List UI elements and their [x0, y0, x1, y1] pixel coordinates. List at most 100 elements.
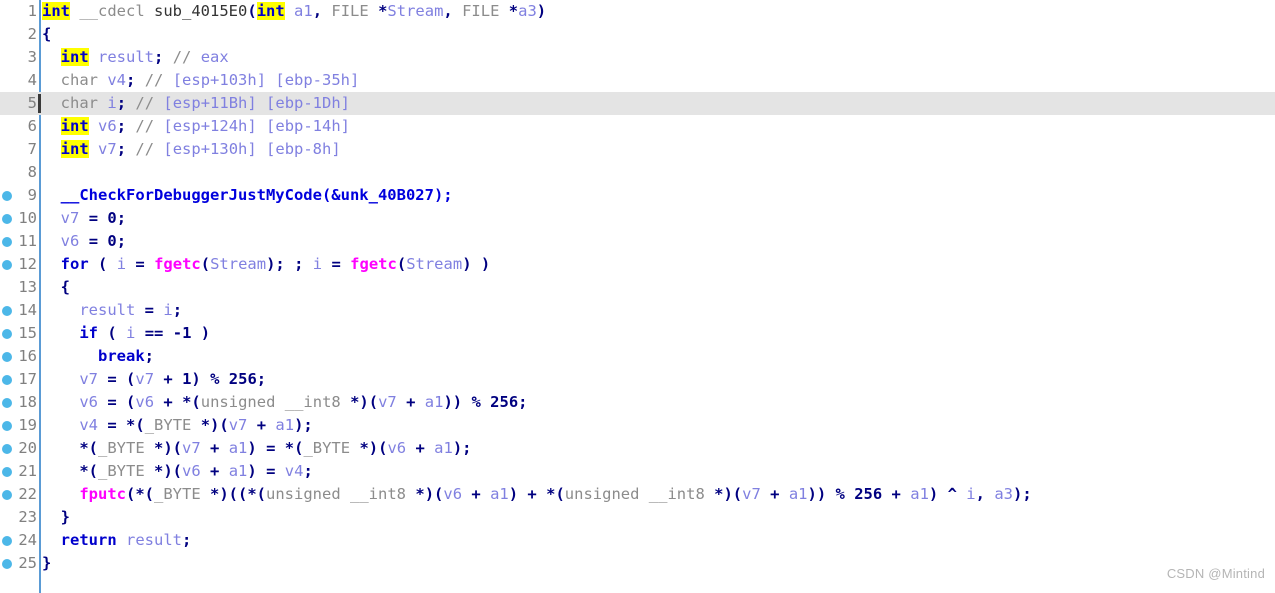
code-text[interactable]: *(_BYTE *)(v6 + a1) = v4; — [42, 460, 312, 483]
address-marker-icon[interactable] — [2, 444, 12, 454]
code-line[interactable]: 12 for ( i = fgetc(Stream); ; i = fgetc(… — [0, 253, 1275, 276]
code-text[interactable]: for ( i = fgetc(Stream); ; i = fgetc(Str… — [42, 253, 491, 276]
code-text[interactable]: result = i; — [42, 299, 182, 322]
line-gutter[interactable]: 20 — [0, 437, 38, 460]
code-line[interactable]: 13 { — [0, 276, 1275, 299]
address-marker-icon[interactable] — [2, 352, 12, 362]
line-gutter[interactable]: 12 — [0, 253, 38, 276]
code-line[interactable]: 1 int __cdecl sub_4015E0(int a1, FILE *St… — [0, 0, 1275, 23]
code-line[interactable]: 24 return result; — [0, 529, 1275, 552]
pseudocode-editor[interactable]: 1 int __cdecl sub_4015E0(int a1, FILE *St… — [0, 0, 1275, 593]
code-line[interactable]: 4 char v4; // [esp+103h] [ebp-35h] — [0, 69, 1275, 92]
code-lines[interactable]: 1 int __cdecl sub_4015E0(int a1, FILE *St… — [0, 0, 1275, 575]
code-text[interactable]: int v7; // [esp+130h] [ebp-8h] — [42, 138, 341, 161]
code-text[interactable]: fputc(*(_BYTE *)((*(unsigned __int8 *)(v… — [42, 483, 1031, 506]
code-text[interactable]: int result; // eax — [42, 46, 229, 69]
address-marker-icon[interactable] — [2, 260, 12, 270]
code-text[interactable]: char v4; // [esp+103h] [ebp-35h] — [42, 69, 360, 92]
line-gutter[interactable]: 7 — [0, 138, 38, 161]
address-marker-icon[interactable] — [2, 467, 12, 477]
token-punct: *)( — [714, 485, 743, 503]
address-marker-icon[interactable] — [2, 237, 12, 247]
code-line[interactable]: 23 } — [0, 506, 1275, 529]
code-text[interactable]: } — [42, 506, 70, 529]
code-line[interactable]: 2{ — [0, 23, 1275, 46]
line-gutter[interactable]: 17 — [0, 368, 38, 391]
code-text[interactable]: int v6; // [esp+124h] [ebp-14h] — [42, 115, 350, 138]
address-marker-icon[interactable] — [2, 398, 12, 408]
code-text[interactable]: v7 = 0; — [42, 207, 126, 230]
line-gutter[interactable]: 15 — [0, 322, 38, 345]
line-gutter[interactable]: 2 — [0, 23, 38, 46]
address-marker-icon[interactable] — [2, 306, 12, 316]
token-punct: + — [210, 439, 220, 457]
code-text[interactable]: v6 = (v6 + *(unsigned __int8 *)(v7 + a1)… — [42, 391, 527, 414]
address-marker-icon[interactable] — [2, 559, 12, 569]
code-text[interactable]: v7 = (v7 + 1) % 256; — [42, 368, 266, 391]
line-gutter[interactable]: 3 — [0, 46, 38, 69]
code-text[interactable]: char i; // [esp+11Bh] [ebp-1Dh] — [42, 92, 350, 115]
line-gutter[interactable]: 13 — [0, 276, 38, 299]
line-gutter[interactable]: 14 — [0, 299, 38, 322]
code-text[interactable]: v4 = *(_BYTE *)(v7 + a1); — [42, 414, 312, 437]
code-text[interactable]: { — [42, 23, 51, 46]
line-gutter[interactable]: 5 — [0, 92, 38, 115]
code-line[interactable]: 8 — [0, 161, 1275, 184]
code-text[interactable]: if ( i == -1 ) — [42, 322, 210, 345]
line-gutter[interactable]: 4 — [0, 69, 38, 92]
code-line[interactable]: 25} — [0, 552, 1275, 575]
address-marker-icon[interactable] — [2, 536, 12, 546]
code-text[interactable]: __CheckForDebuggerJustMyCode(&unk_40B027… — [42, 184, 453, 207]
code-line[interactable]: 16 break; — [0, 345, 1275, 368]
code-line[interactable]: 6 int v6; // [esp+124h] [ebp-14h] — [0, 115, 1275, 138]
line-gutter[interactable]: 21 — [0, 460, 38, 483]
code-text[interactable]: return result; — [42, 529, 192, 552]
line-gutter[interactable]: 9 — [0, 184, 38, 207]
code-line[interactable]: 20 *(_BYTE *)(v7 + a1) = *(_BYTE *)(v6 +… — [0, 437, 1275, 460]
line-gutter[interactable]: 6 — [0, 115, 38, 138]
code-line[interactable]: 17 v7 = (v7 + 1) % 256; — [0, 368, 1275, 391]
code-line[interactable]: 10 v7 = 0; — [0, 207, 1275, 230]
code-line[interactable]: 15 if ( i == -1 ) — [0, 322, 1275, 345]
line-gutter[interactable]: 23 — [0, 506, 38, 529]
address-marker-icon[interactable] — [2, 490, 12, 500]
code-line[interactable]: 11 v6 = 0; — [0, 230, 1275, 253]
address-marker-icon[interactable] — [2, 329, 12, 339]
code-line[interactable]: 22 fputc(*(_BYTE *)((*(unsigned __int8 *… — [0, 483, 1275, 506]
line-gutter[interactable]: 19 — [0, 414, 38, 437]
code-line[interactable]: 14 result = i; — [0, 299, 1275, 322]
token-punct: ) — [536, 2, 547, 20]
address-marker-icon[interactable] — [2, 214, 12, 224]
token-comment-text: [esp+103h] [ebp-35h] — [163, 71, 360, 89]
code-line[interactable]: 19 v4 = *(_BYTE *)(v7 + a1); — [0, 414, 1275, 437]
code-line[interactable]: 5 char i; // [esp+11Bh] [ebp-1Dh] — [0, 92, 1275, 115]
line-gutter[interactable]: 16 — [0, 345, 38, 368]
address-marker-icon[interactable] — [2, 421, 12, 431]
line-gutter[interactable]: 24 — [0, 529, 38, 552]
address-marker-icon[interactable] — [2, 375, 12, 385]
code-text[interactable]: break; — [42, 345, 154, 368]
token-punct: ; — [182, 531, 192, 549]
code-text[interactable]: int __cdecl sub_4015E0(int a1, FILE *Str… — [42, 0, 546, 23]
token: break — [98, 347, 145, 365]
code-line[interactable]: 7 int v7; // [esp+130h] [ebp-8h] — [0, 138, 1275, 161]
line-gutter[interactable]: 10 — [0, 207, 38, 230]
code-line[interactable]: 3 int result; // eax — [0, 46, 1275, 69]
token-number: 0 — [107, 232, 117, 250]
token-punct: *( — [79, 439, 98, 457]
line-gutter[interactable]: 25 — [0, 552, 38, 575]
code-text[interactable]: *(_BYTE *)(v7 + a1) = *(_BYTE *)(v6 + a1… — [42, 437, 471, 460]
line-gutter[interactable]: 1 — [0, 0, 38, 23]
code-text[interactable]: { — [42, 276, 70, 299]
address-marker-icon[interactable] — [2, 191, 12, 201]
code-line[interactable]: 9 __CheckForDebuggerJustMyCode(&unk_40B0… — [0, 184, 1275, 207]
line-number: 24 — [18, 531, 37, 549]
line-gutter[interactable]: 8 — [0, 161, 38, 184]
line-gutter[interactable]: 11 — [0, 230, 38, 253]
code-line[interactable]: 21 *(_BYTE *)(v6 + a1) = v4; — [0, 460, 1275, 483]
code-text[interactable]: v6 = 0; — [42, 230, 126, 253]
line-gutter[interactable]: 18 — [0, 391, 38, 414]
line-gutter[interactable]: 22 — [0, 483, 38, 506]
code-line[interactable]: 18 v6 = (v6 + *(unsigned __int8 *)(v7 + … — [0, 391, 1275, 414]
code-text[interactable]: } — [42, 552, 51, 575]
